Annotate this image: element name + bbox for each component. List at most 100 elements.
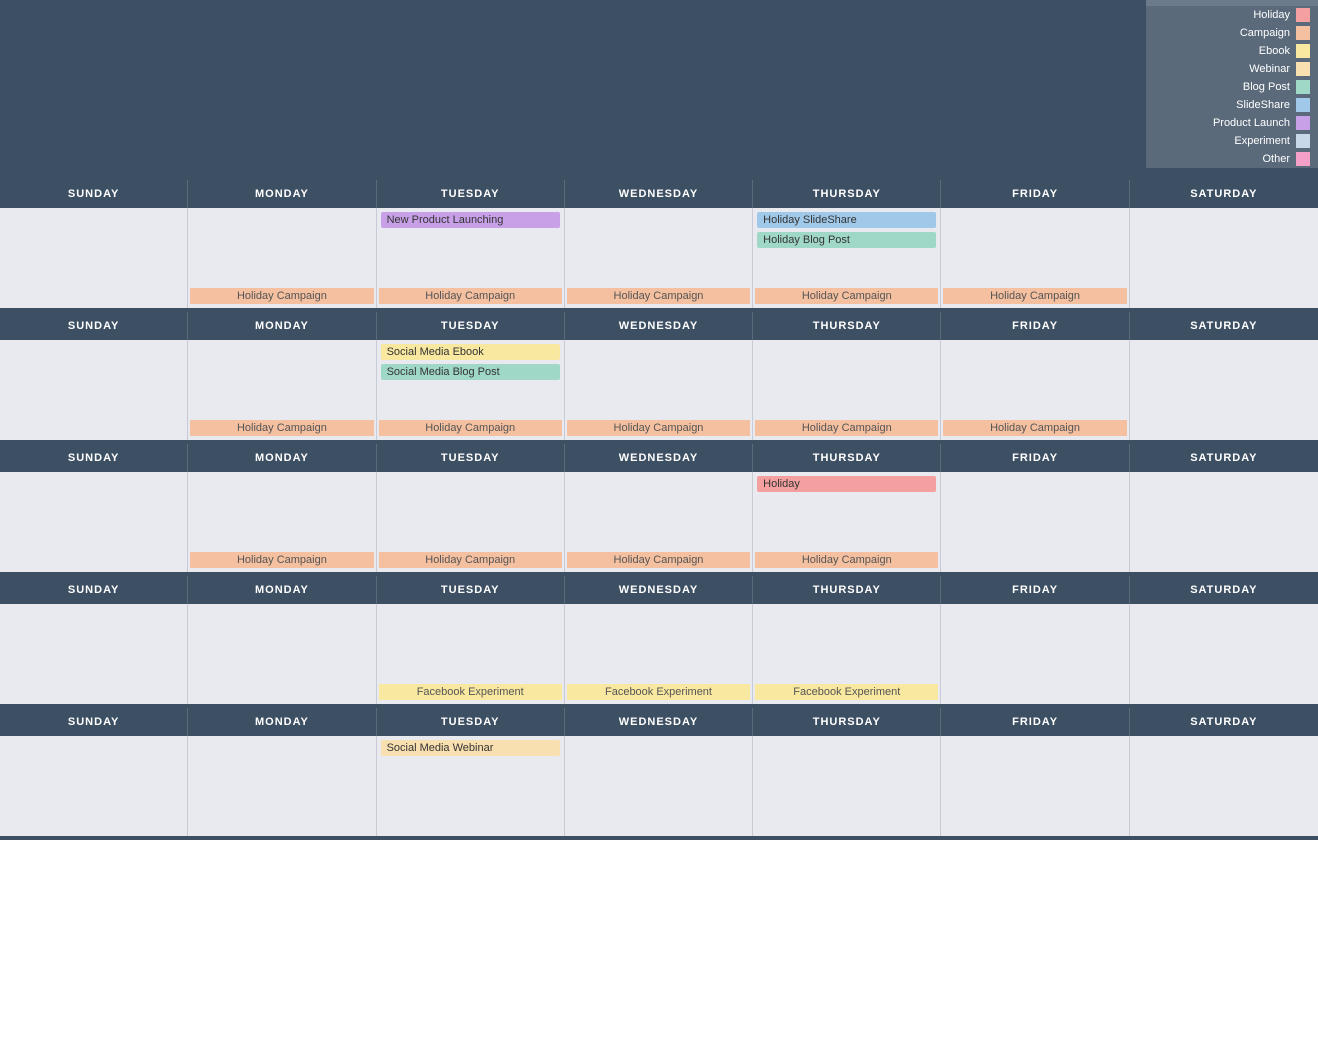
cell-events [192, 212, 371, 284]
cell-events [569, 476, 748, 548]
key-label: Webinar [1249, 63, 1290, 75]
bottom-event-tag: Holiday Campaign [190, 552, 373, 568]
day-cell [1130, 208, 1318, 308]
key-label: SlideShare [1236, 99, 1290, 111]
day-cell: Facebook Experiment [377, 604, 565, 704]
cell-events [757, 740, 936, 812]
day-header: SUNDAY [0, 312, 188, 340]
bottom-event-tag: Facebook Experiment [567, 684, 750, 700]
key-color-swatch [1296, 44, 1310, 58]
day-cell: Holiday Campaign [377, 472, 565, 572]
cell-events: Holiday SlideShare Holiday Blog Post [757, 212, 936, 284]
cell-events [192, 476, 371, 548]
day-cell [753, 736, 941, 836]
cell-events [569, 740, 748, 812]
day-cell: Holiday Campaign [753, 340, 941, 440]
day-header: THURSDAY [753, 576, 941, 604]
bottom-event-tag: Holiday Campaign [567, 552, 750, 568]
day-header: SUNDAY [0, 708, 188, 736]
event-tag: Social Media Ebook [381, 344, 560, 360]
cell-events [1134, 344, 1314, 416]
day-cell [1130, 736, 1318, 836]
day-header: THURSDAY [753, 708, 941, 736]
event-tag: Social Media Webinar [381, 740, 560, 756]
day-header: FRIDAY [941, 180, 1129, 208]
cell-events [945, 344, 1124, 416]
day-header: SUNDAY [0, 180, 188, 208]
day-cell: Facebook Experiment [753, 604, 941, 704]
cell-events [945, 608, 1124, 680]
day-header: SATURDAY [1130, 708, 1318, 736]
day-cell [941, 472, 1129, 572]
day-header: WEDNESDAY [565, 312, 753, 340]
event-tag: Holiday Blog Post [757, 232, 936, 248]
day-header: FRIDAY [941, 444, 1129, 472]
day-cell [1130, 340, 1318, 440]
calendar-container: HolidayCampaignEbookWebinarBlog PostSlid… [0, 0, 1318, 840]
calendar-body: SUNDAYMONDAYTUESDAYWEDNESDAYTHURSDAYFRID… [0, 180, 1318, 840]
cell-events [381, 608, 560, 680]
key-color-swatch [1296, 152, 1310, 166]
event-tag: Social Media Blog Post [381, 364, 560, 380]
cell-events [945, 212, 1124, 284]
cell-events [192, 344, 371, 416]
key-item: Experiment [1146, 132, 1318, 150]
week-4-headers: SUNDAYMONDAYTUESDAYWEDNESDAYTHURSDAYFRID… [0, 576, 1318, 604]
day-cell: Holiday Campaign [188, 208, 376, 308]
day-cell [941, 736, 1129, 836]
bottom-event-tag: Holiday Campaign [379, 552, 562, 568]
day-cell: Holiday Campaign [565, 472, 753, 572]
event-tag: Holiday [757, 476, 936, 492]
day-cell [0, 604, 188, 704]
cell-events [1134, 212, 1314, 284]
day-cell [1130, 604, 1318, 704]
day-header: THURSDAY [753, 444, 941, 472]
key-item: Campaign [1146, 24, 1318, 42]
day-header: TUESDAY [377, 576, 565, 604]
day-header: SUNDAY [0, 576, 188, 604]
day-header: TUESDAY [377, 180, 565, 208]
day-header: TUESDAY [377, 444, 565, 472]
day-cell: Holiday Campaign [188, 340, 376, 440]
day-cell: Holiday Campaign [941, 208, 1129, 308]
key-color-swatch [1296, 62, 1310, 76]
cell-events [945, 740, 1124, 812]
day-cell: Facebook Experiment [565, 604, 753, 704]
key-color-swatch [1296, 134, 1310, 148]
key-label: Product Launch [1213, 117, 1290, 129]
day-cell [0, 340, 188, 440]
cell-events [192, 608, 371, 680]
key-label: Blog Post [1243, 81, 1290, 93]
bottom-event-tag: Holiday Campaign [567, 420, 750, 436]
cell-events [381, 476, 560, 548]
day-header: WEDNESDAY [565, 180, 753, 208]
week-row-3: Holiday Campaign Holiday Campaign Holiday … [0, 472, 1318, 576]
week-5-headers: SUNDAYMONDAYTUESDAYWEDNESDAYTHURSDAYFRID… [0, 708, 1318, 736]
bottom-event-tag: Holiday Campaign [379, 288, 562, 304]
day-cell: Social Media Webinar [377, 736, 565, 836]
day-header: TUESDAY [377, 312, 565, 340]
day-cell [0, 736, 188, 836]
key-color-swatch [1296, 26, 1310, 40]
key-color-swatch [1296, 8, 1310, 22]
event-tag: Holiday SlideShare [757, 212, 936, 228]
week-row-2: Holiday Campaign Social Media Ebook Social… [0, 340, 1318, 444]
day-cell [941, 604, 1129, 704]
day-cell: Holiday Campaign [188, 472, 376, 572]
week-1-headers: SUNDAYMONDAYTUESDAYWEDNESDAYTHURSDAYFRID… [0, 180, 1318, 208]
day-cell [1130, 472, 1318, 572]
day-header: TUESDAY [377, 708, 565, 736]
key-item: Product Launch [1146, 114, 1318, 132]
week-row-5: Social Media Webinar [0, 736, 1318, 840]
day-header: SATURDAY [1130, 576, 1318, 604]
bottom-event-tag: Facebook Experiment [755, 684, 938, 700]
bottom-event-tag: Holiday Campaign [190, 288, 373, 304]
bottom-event-tag: Holiday Campaign [190, 420, 373, 436]
day-header: SUNDAY [0, 444, 188, 472]
cell-events [569, 212, 748, 284]
key-label: Other [1262, 153, 1290, 165]
cell-events [1134, 476, 1314, 548]
day-header: FRIDAY [941, 576, 1129, 604]
cell-events [4, 212, 183, 284]
bottom-event-tag: Holiday Campaign [567, 288, 750, 304]
